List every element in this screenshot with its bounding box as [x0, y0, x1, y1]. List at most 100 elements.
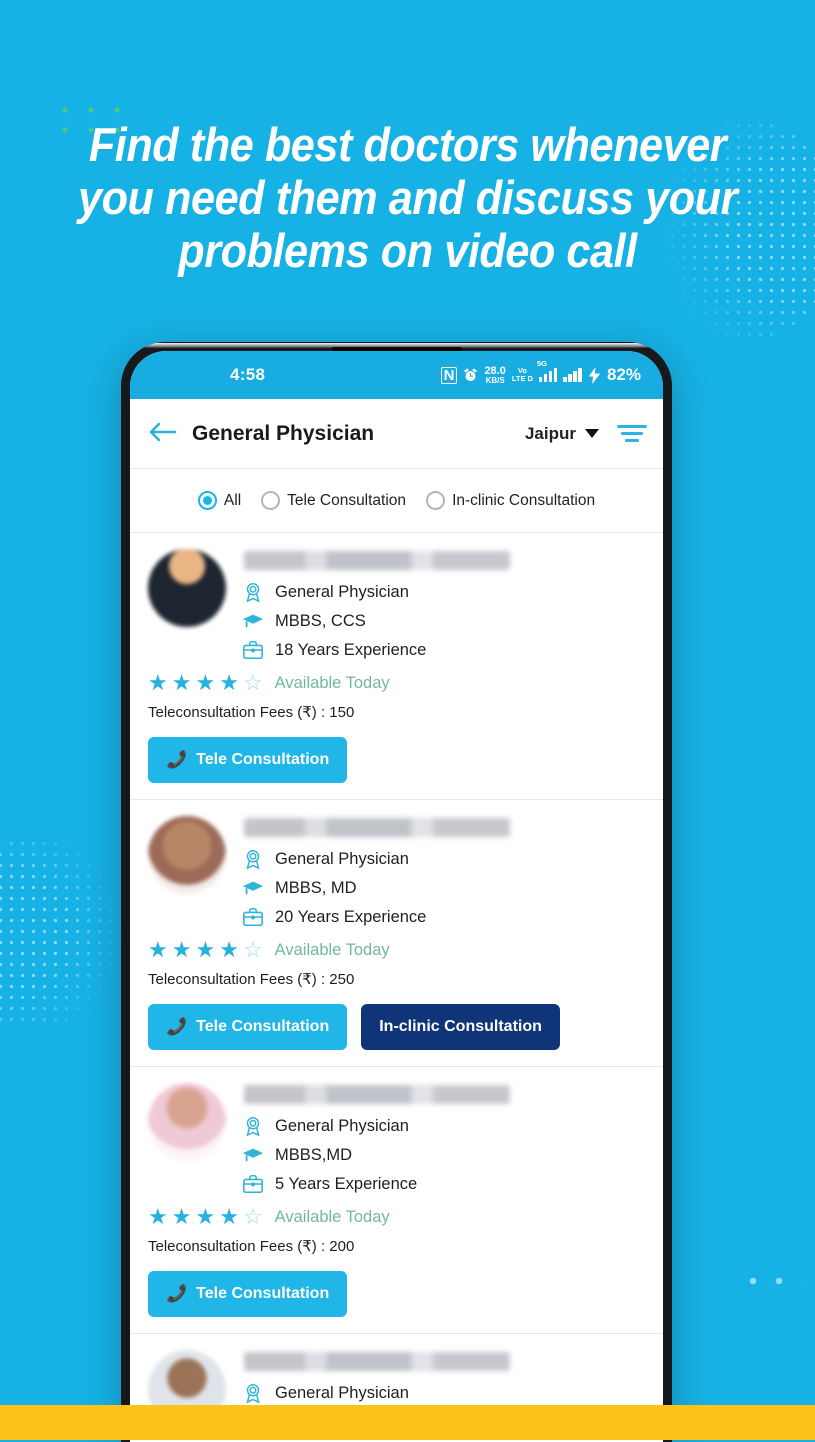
doctor-qualification: MBBS, CCS — [242, 610, 645, 632]
tele-consultation-button[interactable]: 📞 Tele Consultation — [148, 1271, 348, 1317]
star-icon: ★ — [171, 1204, 192, 1229]
phone-screen: 4:58 N 28.0 KB/S Vo LTE D 5G 82% General… — [130, 351, 663, 1442]
star-icon: ★ — [148, 1204, 168, 1229]
qualification-text: MBBS, MD — [275, 878, 357, 897]
radio-indicator-in-clinic — [426, 491, 446, 510]
radio-option-tele[interactable]: Tele Consultation — [261, 491, 406, 510]
rating-row: ★ ★ ★ ★ ☆ Available Today — [148, 939, 645, 961]
star-empty-icon: ☆ — [242, 1204, 263, 1229]
availability-text: Available Today — [274, 673, 390, 692]
specialty-text: General Physician — [275, 849, 409, 868]
app-bar: General Physician Jaipur — [130, 399, 663, 469]
star-empty-icon: ☆ — [242, 937, 263, 962]
doctor-card[interactable]: General Physician MBBS, CCS 18 Years Exp… — [130, 533, 663, 800]
radio-label-tele: Tele Consultation — [287, 491, 407, 509]
radio-label-all: All — [223, 491, 242, 509]
doctor-experience: 18 Years Experience — [242, 639, 645, 661]
star-empty-icon: ☆ — [242, 670, 263, 695]
status-indicators: N 28.0 KB/S Vo LTE D 5G 82% — [440, 359, 641, 385]
filter-icon[interactable] — [617, 425, 647, 442]
doctor-qualification: MBBS,MD — [242, 1144, 645, 1166]
city-label: Jaipur — [524, 423, 576, 443]
experience-text: 5 Years Experience — [275, 1174, 418, 1193]
award-badge-icon — [242, 848, 264, 870]
doctor-card[interactable]: General Physician MBBS, MD 20 Years Expe… — [130, 800, 663, 1067]
doctor-qualification: MBBS, MD — [242, 877, 645, 899]
clinic-button-label: In-clinic Consultation — [379, 1018, 542, 1035]
star-icon: ★ — [171, 937, 192, 962]
phone-handset-icon: 📞 — [166, 750, 188, 769]
qualification-text: MBBS, CCS — [275, 611, 366, 630]
award-badge-icon — [242, 581, 264, 603]
doctor-specialty: General Physician — [242, 848, 645, 870]
experience-text: 20 Years Experience — [275, 907, 427, 926]
charging-bolt-icon — [588, 366, 601, 384]
availability-text: Available Today — [274, 1207, 390, 1226]
phone-mockup: 4:58 N 28.0 KB/S Vo LTE D 5G 82% General… — [121, 342, 672, 1442]
star-icon: ★ — [195, 670, 216, 695]
star-icon: ★ — [219, 937, 239, 962]
promo-headline: Find the best doctors whenever you need … — [78, 118, 737, 277]
sim1-signal-icon: 5G — [537, 359, 558, 382]
doctor-card[interactable]: General Physician MBBS,MD — [130, 1067, 663, 1334]
doctor-specialty: General Physician — [242, 1382, 645, 1404]
card-actions: 📞 Tele Consultation In-clinic Consultati… — [148, 1004, 645, 1050]
graduation-cap-icon — [242, 877, 264, 899]
graduation-cap-icon — [242, 1144, 264, 1166]
fees-text: Teleconsultation Fees (₹) : 250 — [148, 971, 355, 988]
blue-dot-row — [740, 1275, 802, 1287]
tele-consultation-button[interactable]: 📞 Tele Consultation — [148, 1004, 348, 1050]
star-icon: ★ — [148, 670, 168, 695]
star-icon: ★ — [148, 937, 168, 962]
specialty-text: General Physician — [275, 1383, 409, 1402]
back-arrow-icon[interactable] — [148, 419, 182, 449]
doctor-name-redacted — [244, 1352, 510, 1371]
fees-text: Teleconsultation Fees (₹) : 200 — [148, 1238, 355, 1255]
doctor-specialty: General Physician — [242, 581, 645, 603]
radio-indicator-tele — [261, 491, 281, 510]
halftone-dots-left — [0, 838, 130, 1028]
availability-text: Available Today — [274, 940, 390, 959]
nfc-icon: N — [440, 366, 458, 384]
radio-option-in-clinic[interactable]: In-clinic Consultation — [426, 491, 595, 510]
doctor-avatar — [148, 549, 226, 627]
experience-text: 18 Years Experience — [275, 640, 427, 659]
phone-handset-icon: 📞 — [166, 1284, 188, 1303]
consultation-type-filter: All Tele Consultation In-clinic Consulta… — [130, 469, 663, 533]
tele-consultation-button[interactable]: 📞 Tele Consultation — [148, 737, 348, 783]
phone-handset-icon: 📞 — [166, 1017, 188, 1036]
star-icon: ★ — [219, 670, 239, 695]
page-title: General Physician — [192, 421, 375, 445]
radio-indicator-all — [197, 491, 217, 510]
award-badge-icon — [242, 1115, 264, 1137]
specialty-text: General Physician — [275, 1116, 409, 1135]
chevron-down-icon — [585, 429, 599, 438]
star-icon: ★ — [195, 1204, 216, 1229]
qualification-text: MBBS,MD — [275, 1145, 353, 1164]
rating-row: ★ ★ ★ ★ ☆ Available Today — [148, 1206, 645, 1228]
bottom-accent-band — [0, 1405, 815, 1440]
doctor-avatar — [148, 816, 226, 894]
network-speed-indicator: 28.0 KB/S — [484, 364, 506, 385]
volte-indicator: Vo LTE D — [511, 366, 533, 383]
doctor-avatar — [148, 1083, 226, 1161]
status-bar: 4:58 N 28.0 KB/S Vo LTE D 5G 82% — [130, 351, 663, 399]
tele-button-label: Tele Consultation — [196, 751, 330, 768]
doctor-experience: 20 Years Experience — [242, 906, 645, 928]
radio-label-in-clinic: In-clinic Consultation — [452, 491, 596, 509]
doctor-name-redacted — [244, 551, 510, 570]
doctor-experience: 5 Years Experience — [242, 1173, 645, 1195]
in-clinic-consultation-button[interactable]: In-clinic Consultation — [361, 1004, 560, 1050]
briefcase-icon — [242, 1173, 264, 1195]
graduation-cap-icon — [242, 610, 264, 632]
star-icon: ★ — [219, 1204, 239, 1229]
specialty-text: General Physician — [275, 582, 409, 601]
battery-percentage: 82% — [606, 365, 641, 384]
rating-row: ★ ★ ★ ★ ☆ Available Today — [148, 672, 645, 694]
radio-option-all[interactable]: All — [197, 491, 242, 510]
award-badge-icon — [242, 1382, 264, 1404]
star-icon: ★ — [171, 670, 192, 695]
tele-button-label: Tele Consultation — [196, 1285, 330, 1302]
briefcase-icon — [242, 639, 264, 661]
city-dropdown[interactable]: Jaipur — [525, 424, 599, 444]
